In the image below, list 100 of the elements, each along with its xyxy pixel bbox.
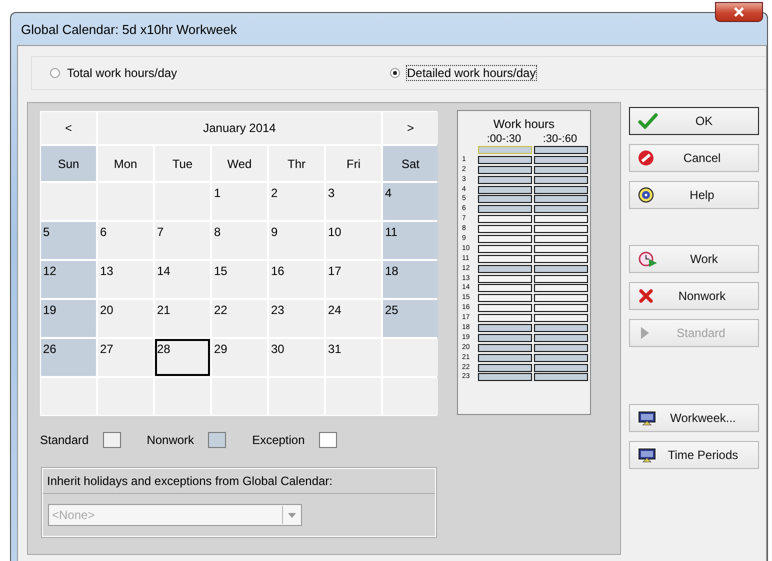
time-slot[interactable] (534, 344, 588, 352)
time-slot[interactable] (478, 156, 532, 164)
time-slot[interactable] (478, 274, 532, 283)
time-slot[interactable] (534, 354, 588, 362)
time-slot[interactable] (534, 166, 588, 174)
day-cell[interactable]: 20 (98, 300, 153, 337)
time-slot[interactable] (478, 373, 532, 382)
day-cell[interactable]: 13 (98, 261, 153, 298)
day-cell[interactable]: 5 (41, 222, 96, 259)
time-slot[interactable] (478, 176, 532, 184)
empty-cell (98, 378, 153, 415)
day-cell[interactable]: 8 (212, 222, 267, 259)
day-cell[interactable]: 29 (212, 339, 267, 376)
day-cell[interactable]: 14 (155, 261, 210, 298)
day-cell[interactable]: 3 (326, 183, 381, 220)
time-slot[interactable] (478, 215, 532, 224)
time-slot[interactable] (478, 324, 532, 332)
time-slot[interactable] (534, 364, 588, 372)
day-cell[interactable]: 22 (212, 300, 267, 337)
day-cell[interactable]: 18 (383, 261, 438, 298)
day-cell[interactable]: 26 (41, 339, 96, 376)
time-slot[interactable] (478, 195, 532, 204)
time-slot[interactable] (478, 225, 532, 234)
time-slot[interactable] (534, 186, 588, 194)
radio-button[interactable]: Total work hours/day (47, 64, 387, 82)
time-slot[interactable] (534, 294, 588, 302)
time-slot[interactable] (534, 274, 588, 283)
time-slot[interactable] (534, 244, 588, 253)
time-slot[interactable] (478, 304, 532, 312)
time-slot[interactable] (478, 334, 532, 342)
day-cell[interactable]: 10 (326, 222, 381, 259)
day-cell[interactable]: 11 (383, 222, 438, 259)
time-slot[interactable] (534, 284, 588, 292)
time-slot[interactable] (478, 254, 532, 263)
help-icon (638, 187, 654, 203)
empty-cell (269, 378, 324, 415)
time-slot[interactable] (534, 176, 588, 184)
day-cell[interactable]: 1 (212, 183, 267, 220)
weekday-header: Thr (269, 146, 324, 181)
time-slot[interactable] (478, 244, 532, 253)
next-month-button[interactable]: > (383, 112, 438, 144)
day-cell[interactable]: 15 (212, 261, 267, 298)
day-cell[interactable]: 31 (326, 339, 381, 376)
radio-button[interactable]: Detailed work hours/day (387, 64, 539, 82)
empty-cell (326, 378, 381, 415)
day-cell[interactable]: 23 (269, 300, 324, 337)
day-cell[interactable]: 19 (41, 300, 96, 337)
time-slot[interactable] (478, 364, 532, 372)
time-slot[interactable] (478, 166, 532, 174)
time-slot[interactable] (534, 314, 588, 322)
dialog-button[interactable]: Workweek... (629, 404, 759, 432)
dialog-button[interactable]: Work (629, 245, 759, 273)
day-cell[interactable]: 28 (155, 339, 210, 376)
time-slot[interactable] (478, 205, 532, 214)
day-cell[interactable]: 6 (98, 222, 153, 259)
time-slot[interactable] (534, 235, 588, 244)
time-slot[interactable] (478, 264, 532, 273)
day-cell[interactable]: 17 (326, 261, 381, 298)
time-slot[interactable] (534, 324, 588, 332)
work-hours-title: Work hours (492, 117, 556, 131)
time-slot[interactable] (534, 334, 588, 342)
dialog-button[interactable]: Nonwork (629, 282, 759, 310)
time-slot[interactable] (534, 264, 588, 273)
time-slot[interactable] (478, 344, 532, 352)
dialog-button[interactable]: Cancel (629, 144, 759, 172)
dialog-button[interactable]: Time Periods (629, 441, 759, 469)
time-slot[interactable] (534, 373, 588, 382)
column-header: :00-:30 (486, 133, 522, 145)
time-slot[interactable] (534, 146, 588, 154)
previous-month-button[interactable]: < (41, 112, 96, 144)
day-cell[interactable]: 4 (383, 183, 438, 220)
day-cell[interactable]: 21 (155, 300, 210, 337)
day-cell[interactable]: 12 (41, 261, 96, 298)
time-slot[interactable] (478, 186, 532, 194)
dialog-button[interactable]: OK (629, 107, 759, 135)
weekday-header: Wed (212, 146, 267, 181)
day-cell[interactable]: 2 (269, 183, 324, 220)
time-slot[interactable] (478, 294, 532, 302)
close-button[interactable] (715, 2, 763, 22)
empty-cell (383, 339, 438, 376)
time-slot[interactable] (534, 195, 588, 204)
day-cell[interactable]: 7 (155, 222, 210, 259)
time-slot[interactable] (534, 205, 588, 214)
time-slot[interactable] (478, 235, 532, 244)
dialog-button[interactable]: Help (629, 181, 759, 209)
time-slot[interactable] (478, 284, 532, 292)
day-cell[interactable]: 16 (269, 261, 324, 298)
time-slot[interactable] (534, 225, 588, 234)
day-cell[interactable]: 24 (326, 300, 381, 337)
day-cell[interactable]: 27 (98, 339, 153, 376)
weekday-header: Mon (98, 146, 153, 181)
time-slot[interactable] (534, 215, 588, 224)
time-slot[interactable] (534, 156, 588, 164)
day-cell[interactable]: 25 (383, 300, 438, 337)
time-slot[interactable] (478, 314, 532, 322)
time-slot[interactable] (534, 254, 588, 263)
time-slot[interactable] (478, 354, 532, 362)
day-cell[interactable]: 9 (269, 222, 324, 259)
day-cell[interactable]: 30 (269, 339, 324, 376)
time-slot[interactable] (534, 304, 588, 312)
